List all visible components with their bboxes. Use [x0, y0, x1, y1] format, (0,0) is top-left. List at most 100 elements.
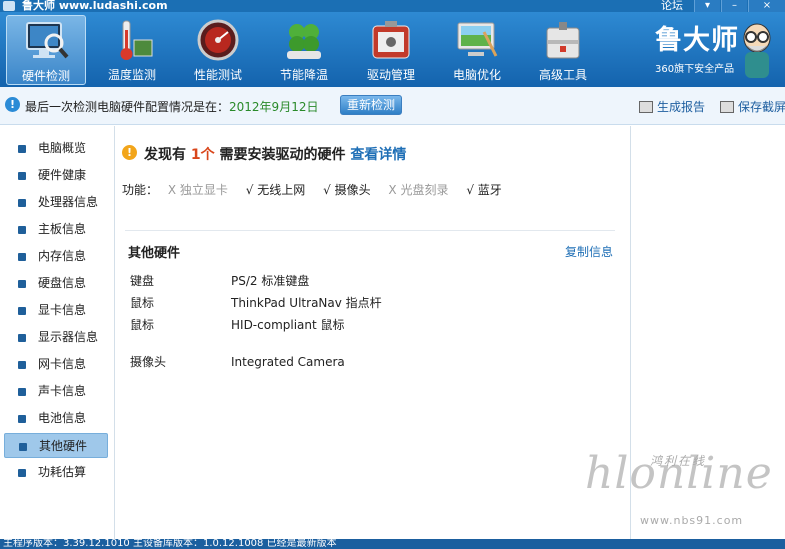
status-bar: 主程序版本：3.39.12.1010 主设备库版本：1.0.12.1008 已经… [0, 539, 785, 549]
camera-icon [720, 101, 734, 113]
sidebar-item-label: 电脑概览 [38, 141, 87, 155]
feature-name: 独立显卡 [179, 183, 228, 197]
sidebar-item-label: 声卡信息 [38, 384, 87, 398]
tab-energy-saving[interactable]: 节能降温 [264, 15, 344, 85]
main-panel: ! 发现有 1个 需要安装驱动的硬件 查看详情 功能： X 独立显卡 √ 无线上… [115, 126, 630, 539]
headline-middle: 需要安装驱动的硬件 [214, 147, 351, 163]
recheck-button[interactable]: 重新检测 [340, 95, 402, 115]
close-button[interactable]: × [748, 0, 785, 12]
menu-dropdown-button[interactable]: ▾ [694, 0, 720, 12]
sidebar-item-memory[interactable]: 内存信息 [4, 244, 108, 269]
hardware-value: Integrated Camera [231, 355, 345, 369]
tab-advanced-tools[interactable]: 高级工具 [523, 15, 603, 85]
feature-mark: X [167, 183, 177, 197]
generate-report-label: 生成报告 [657, 100, 706, 114]
tab-label: 硬件检测 [21, 69, 70, 83]
headline-count: 1个 [190, 147, 215, 163]
sidebar: 电脑概览 硬件健康 处理器信息 主板信息 内存信息 硬盘信息 显卡信息 显示器信… [0, 126, 115, 539]
app-icon [3, 1, 15, 11]
save-screenshot-link[interactable]: 保存截屏 [720, 98, 785, 115]
tab-performance-test[interactable]: 性能测试 [178, 15, 258, 85]
tab-label: 高级工具 [538, 68, 587, 82]
tab-hardware-detection[interactable]: 硬件检测 [6, 15, 86, 85]
minimize-button[interactable]: – [721, 0, 747, 12]
sidebar-item-power-estimate[interactable]: 功耗估算 [4, 460, 108, 485]
bullet-icon [18, 361, 26, 369]
sidebar-item-label: 内存信息 [38, 249, 87, 263]
copy-info-link[interactable]: 复制信息 [565, 243, 613, 260]
watermark-url: www.nbs91.com [640, 514, 744, 527]
sidebar-item-label: 显示器信息 [38, 330, 99, 344]
brand-tagline: 360旗下安全产品 [655, 64, 735, 75]
sidebar-item-display[interactable]: 显示器信息 [4, 325, 108, 350]
clover-icon [287, 24, 321, 59]
bullet-icon [18, 145, 26, 153]
hardware-row: 鼠标 HID-compliant 鼠标 [130, 316, 345, 333]
sidebar-item-label: 硬件健康 [38, 168, 87, 182]
feature-discrete-gpu: X 独立显卡 [168, 181, 228, 198]
sidebar-item-pc-overview[interactable]: 电脑概览 [4, 136, 108, 161]
bullet-icon [18, 280, 26, 288]
sidebar-item-cpu[interactable]: 处理器信息 [4, 190, 108, 215]
tab-driver-management[interactable]: 驱动管理 [351, 15, 431, 85]
title-bar: 鲁大师 www.ludashi.com 论坛 ▾ – × [0, 0, 785, 12]
feature-name: 无线上网 [257, 183, 306, 197]
bullet-icon [19, 443, 27, 451]
info-bar: ! 最后一次检测电脑硬件配置情况是在：2012年9月12日 重新检测 生成报告 … [0, 87, 785, 125]
sidebar-item-motherboard[interactable]: 主板信息 [4, 217, 108, 242]
hardware-row: 摄像头 Integrated Camera [130, 353, 345, 370]
sidebar-item-label: 处理器信息 [38, 195, 99, 209]
info-icon: ! [5, 97, 20, 112]
forum-link[interactable]: 论坛 [661, 0, 683, 12]
feature-list: 功能： X 独立显卡 √ 无线上网 √ 摄像头 X 光盘刻录 √ 蓝牙 [122, 181, 516, 198]
sidebar-item-other-hardware[interactable]: 其他硬件 [4, 433, 108, 458]
thermometer-icon [120, 20, 153, 60]
sidebar-item-label: 其他硬件 [39, 439, 88, 453]
bullet-icon [18, 469, 26, 477]
sidebar-item-graphics[interactable]: 显卡信息 [4, 298, 108, 323]
bullet-icon [18, 172, 26, 180]
bullet-icon [18, 307, 26, 315]
feature-mark: X [388, 183, 397, 197]
sidebar-item-label: 功耗估算 [38, 465, 87, 479]
sidebar-item-hardware-health[interactable]: 硬件健康 [4, 163, 108, 188]
hardware-key: 鼠标 [130, 318, 155, 332]
divider [125, 230, 615, 231]
sidebar-item-disk[interactable]: 硬盘信息 [4, 271, 108, 296]
tab-label: 节能降温 [279, 68, 328, 82]
tab-label: 温度监测 [107, 68, 156, 82]
printer-icon [639, 101, 653, 113]
hardware-key: 鼠标 [130, 296, 155, 310]
section-title: 其他硬件 [128, 246, 181, 261]
sidebar-item-battery[interactable]: 电池信息 [4, 406, 108, 431]
sidebar-item-label: 网卡信息 [38, 357, 87, 371]
feature-mark: √ [323, 183, 331, 197]
last-check-label: 最后一次检测电脑硬件配置情况是在： [25, 100, 230, 114]
feature-mark: √ [466, 183, 474, 197]
brand-area: 鲁大师 360旗下安全产品 [655, 23, 771, 78]
driver-headline: 发现有 1个 需要安装驱动的硬件 查看详情 [144, 144, 406, 164]
feature-name: 摄像头 [334, 183, 371, 197]
monitor-magnifier-icon [26, 22, 69, 59]
feature-wifi: √ 无线上网 [246, 181, 306, 198]
generate-report-link[interactable]: 生成报告 [639, 98, 705, 115]
tab-temperature-monitor[interactable]: 温度监测 [92, 15, 172, 85]
toolbox-icon [372, 21, 410, 59]
tab-label: 性能测试 [193, 68, 242, 82]
sidebar-item-sound[interactable]: 声卡信息 [4, 379, 108, 404]
feature-name: 光盘刻录 [400, 183, 449, 197]
feature-mark: √ [245, 183, 254, 197]
view-details-link[interactable]: 查看详情 [350, 147, 406, 163]
tab-label: 电脑优化 [452, 68, 501, 82]
bullet-icon [18, 199, 26, 207]
hardware-row: 鼠标 ThinkPad UltraNav 指点杆 [130, 294, 382, 311]
tab-pc-optimization[interactable]: 电脑优化 [437, 15, 517, 85]
last-check-text: 最后一次检测电脑硬件配置情况是在：2012年9月12日 [25, 98, 318, 115]
last-check-date: 2012年9月12日 [229, 100, 319, 114]
save-screenshot-label: 保存截屏 [738, 100, 785, 114]
mascot-icon [743, 23, 771, 78]
screen-broom-icon [457, 22, 498, 57]
bullet-icon [18, 226, 26, 234]
sidebar-item-network[interactable]: 网卡信息 [4, 352, 108, 377]
toolkit-icon [546, 22, 580, 59]
